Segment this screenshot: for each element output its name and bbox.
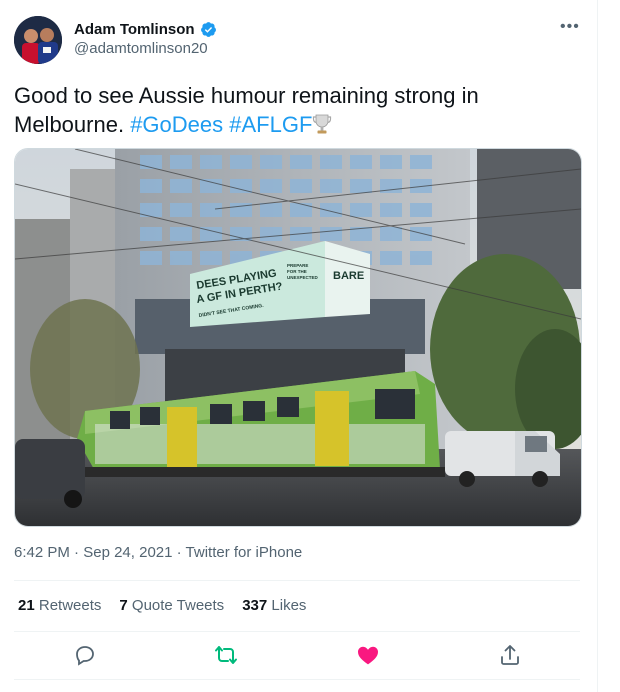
billboard-prepare-1: PREPARE (287, 263, 308, 268)
hashtag-godees[interactable]: #GoDees (130, 112, 223, 137)
meta-dot: · (74, 544, 84, 561)
billboard-prepare-2: FOR THE (287, 269, 307, 274)
hashtag-aflgf[interactable]: #AFLGF (229, 112, 312, 137)
like-icon[interactable] (356, 643, 380, 667)
quote-tweets-stat[interactable]: 7 Quote Tweets (119, 597, 224, 614)
engagement-stats: 21 Retweets 7 Quote Tweets 337 Likes (18, 597, 306, 614)
action-bar (14, 640, 580, 670)
tweet-time[interactable]: 6:42 PM (14, 544, 70, 561)
more-options-icon[interactable]: ••• (560, 18, 580, 36)
author-name[interactable]: Adam Tomlinson (74, 21, 195, 38)
likes-count: 337 (242, 597, 268, 614)
retweets-label: Retweets (38, 597, 102, 614)
trophy-icon (313, 114, 332, 134)
likes-label: Likes (271, 597, 307, 614)
author-handle[interactable]: @adamtomlinson20 (74, 40, 208, 57)
avatar[interactable] (14, 16, 62, 64)
divider (14, 580, 580, 581)
likes-stat[interactable]: 337 Likes (242, 597, 306, 614)
street-scene-photo: DEES PLAYING A GF IN PERTH? DIDN'T SEE T… (15, 149, 581, 526)
verified-badge-icon (200, 22, 216, 37)
reply-icon[interactable] (73, 643, 97, 667)
avatar-photo (14, 16, 62, 64)
tweet-source[interactable]: Twitter for iPhone (186, 544, 303, 561)
billboard-brand: BARE (333, 270, 364, 282)
retweets-count: 21 (18, 597, 35, 614)
retweet-icon[interactable] (214, 643, 238, 667)
tweet-text: Good to see Aussie humour remaining stro… (14, 81, 574, 139)
billboard-prepare-3: UNEXPECTED (287, 275, 319, 280)
tweet-meta: 6:42 PM · Sep 24, 2021 · Twitter for iPh… (14, 544, 302, 561)
retweets-stat[interactable]: 21 Retweets (18, 597, 101, 614)
quote-tweets-count: 7 (119, 597, 128, 614)
share-icon[interactable] (498, 643, 522, 667)
divider (14, 631, 580, 632)
tweet-photo[interactable]: DEES PLAYING A GF IN PERTH? DIDN'T SEE T… (14, 148, 582, 527)
meta-dot: · (176, 544, 186, 561)
tweet-card: Adam Tomlinson @adamtomlinson20 ••• Good… (0, 0, 598, 692)
quote-tweets-label: Quote Tweets (131, 597, 225, 614)
tweet-date[interactable]: Sep 24, 2021 (83, 544, 172, 561)
divider (14, 679, 580, 680)
author-name-row[interactable]: Adam Tomlinson (74, 21, 217, 38)
